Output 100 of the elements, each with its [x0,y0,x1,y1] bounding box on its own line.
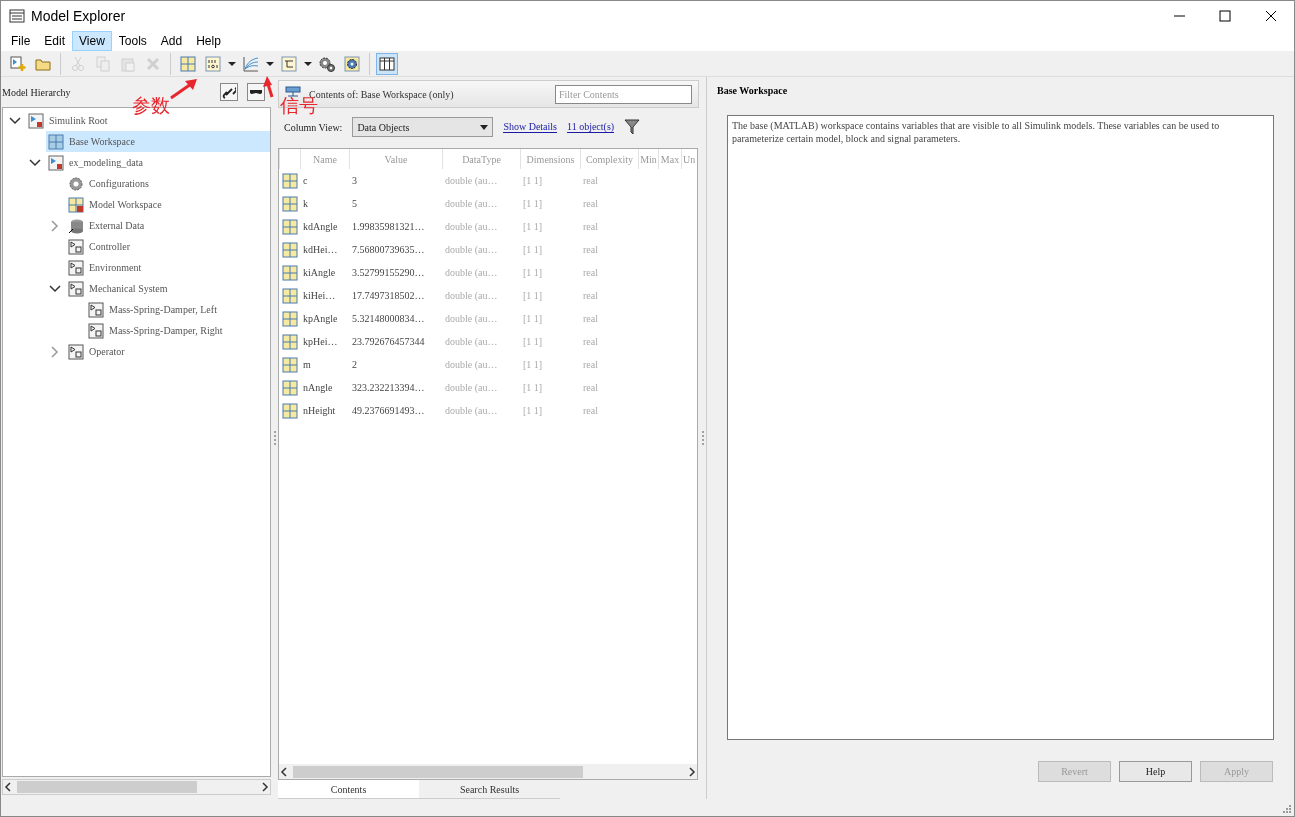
table-cell-text: 23.792676457344 [351,336,426,347]
tree-item[interactable]: Environment [66,257,270,278]
variable-icon [282,172,298,189]
signal-icon [243,55,259,72]
variable-icon [282,310,298,327]
settings-icon [344,55,360,72]
menu-item[interactable]: Edit [37,31,73,51]
tree-item[interactable]: Mass-Spring-Damper, Left [86,299,270,320]
table-cell-text: [1 1] [522,290,544,301]
filter-icon [624,119,641,135]
table-cell-text: 1.99835981321… [351,221,426,232]
tree-item[interactable]: Configurations [66,173,270,194]
splitter-grip-icon [273,431,276,445]
table-cell-text: real [582,221,599,232]
table-cell-text: 49.2376691493… [351,405,426,416]
grid-icon [180,55,196,72]
table-cell-text: real [582,198,599,209]
variable-icon [282,264,298,281]
scissors-icon [70,55,86,72]
subsystem-icon [68,343,84,360]
table-cell-text: kiHei… [302,290,337,301]
maximize-icon [1218,9,1232,23]
copy-icon [95,55,111,72]
subsystem-icon [88,322,104,339]
table-cell-text: double (au… [444,359,499,370]
table-cell-text: double (au… [444,382,499,393]
annotation-label: 信号 [280,96,318,115]
close-icon [1264,9,1278,23]
mask-button[interactable] [247,83,265,101]
table-cell-text: [1 1] [522,382,544,393]
bus-icon [281,55,297,72]
app-icon [9,8,25,24]
table-cell-text: [1 1] [522,313,544,324]
menu-item[interactable]: Help [189,31,228,51]
database-icon [68,217,84,234]
columns-icon [379,55,395,72]
caret-icon [228,61,236,66]
menu-item[interactable]: View [72,31,112,51]
tree-item[interactable]: External Data [66,215,270,236]
table-cell-text: 323.232213394… [351,382,426,393]
table-cell-text: nAngle [302,382,334,393]
table-cell-text: [1 1] [522,336,544,347]
resize-grip-icon [1281,803,1292,814]
table-cell-text: 7.56800739635… [351,244,426,255]
tree-item[interactable]: Base Workspace [46,131,270,152]
action-button[interactable]: Help [1119,761,1192,782]
table-cell-text: [1 1] [522,175,544,186]
menu-item[interactable]: Add [153,31,190,51]
tree-item[interactable]: Operator [66,341,270,362]
menu-item[interactable]: Tools [111,31,154,51]
table-cell-text: real [582,382,599,393]
description-text: The base (MATLAB) workspace contains variables that are visible to all Simulink models. These variables can be used to parameterize certain model, block and signal parameters. [727,115,1274,740]
link-button[interactable] [220,83,238,101]
toolbar-button[interactable] [376,52,398,75]
splitter-grip-icon [701,431,704,445]
variable-icon [282,333,298,350]
model-icon [28,112,44,129]
filter-field[interactable]: Filter Contents [555,84,692,104]
tab[interactable]: Contents [278,780,419,799]
table-cell-text: real [582,290,599,301]
new-model-icon [10,55,26,72]
object-count-link[interactable]: 11 object(s) [567,121,615,133]
binary-icon [205,55,221,72]
variable-icon [282,287,298,304]
minimize-icon [1173,15,1185,17]
table-cell-text: 3 [351,175,358,186]
table-cell-text: 17.7497318502… [351,290,426,301]
tree-item[interactable]: Mass-Spring-Damper, Right [86,320,270,341]
table-cell-text: 3.52799155290… [351,267,426,278]
caret-icon [304,61,312,66]
table-cell-text: double (au… [444,221,499,232]
window-title: Model Explorer [31,8,127,24]
table-cell-text: kiAngle [302,267,337,278]
table-cell-text: kpAngle [302,313,339,324]
variable-icon [282,218,298,235]
tree-item[interactable]: Mechanical System [66,278,270,299]
table-cell-text: [1 1] [522,267,544,278]
menu-item[interactable]: File [4,31,38,51]
table-cell-text: kdAngle [302,221,339,232]
grid-icon [48,133,64,150]
model-icon [48,154,64,171]
tree-item[interactable]: Controller [66,236,270,257]
table-cell-text: double (au… [444,336,499,347]
subsystem-icon [68,238,84,255]
column-view-select[interactable]: Data Objects [352,117,494,137]
tree-item[interactable]: Model Workspace [66,194,270,215]
subsystem-icon [88,301,104,318]
table-cell-text: double (au… [444,405,499,416]
scrollbar[interactable] [2,779,271,795]
variable-icon [282,379,298,396]
table-cell-text: c [302,175,309,186]
gears-icon [319,55,335,72]
link-icon [222,85,236,99]
table-cell-text: [1 1] [522,198,544,209]
show-details-link[interactable]: Show Details [503,121,557,133]
table-cell-text: m [302,359,312,370]
variable-icon [282,241,298,258]
tree-item[interactable]: ex_modeling_data [46,152,270,173]
scrollbar[interactable] [279,764,697,779]
table-cell-text: real [582,336,599,347]
